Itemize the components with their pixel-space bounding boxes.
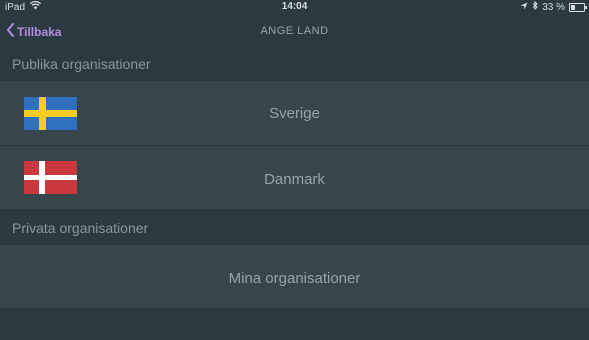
status-time: 14:04 xyxy=(281,1,308,12)
my-organizations-row[interactable]: Mina organisationer xyxy=(0,245,589,308)
battery-icon xyxy=(569,2,587,12)
bluetooth-icon xyxy=(532,0,538,13)
country-label: Danmark xyxy=(264,171,325,188)
country-row-danmark[interactable]: Danmark xyxy=(0,146,589,209)
section-header-label: Publika organisationer xyxy=(12,56,151,72)
section-header-public: Publika organisationer xyxy=(0,56,589,80)
section-header-label: Privata organisationer xyxy=(12,220,149,236)
status-right: 33 % xyxy=(520,0,587,13)
page-title: ANGE LAND xyxy=(260,25,329,37)
status-bar: iPad 14:04 33 % xyxy=(0,0,589,14)
location-arrow-icon xyxy=(520,2,528,13)
country-row-sverige[interactable]: Sverige xyxy=(0,81,589,145)
section-header-private: Privata organisationer xyxy=(0,220,589,244)
country-label: Sverige xyxy=(269,105,320,122)
my-organizations-label: Mina organisationer xyxy=(228,270,361,287)
navigation-bar: Tillbaka ANGE LAND xyxy=(0,16,589,46)
battery-level xyxy=(571,4,575,10)
battery-percent: 33 % xyxy=(542,1,565,13)
